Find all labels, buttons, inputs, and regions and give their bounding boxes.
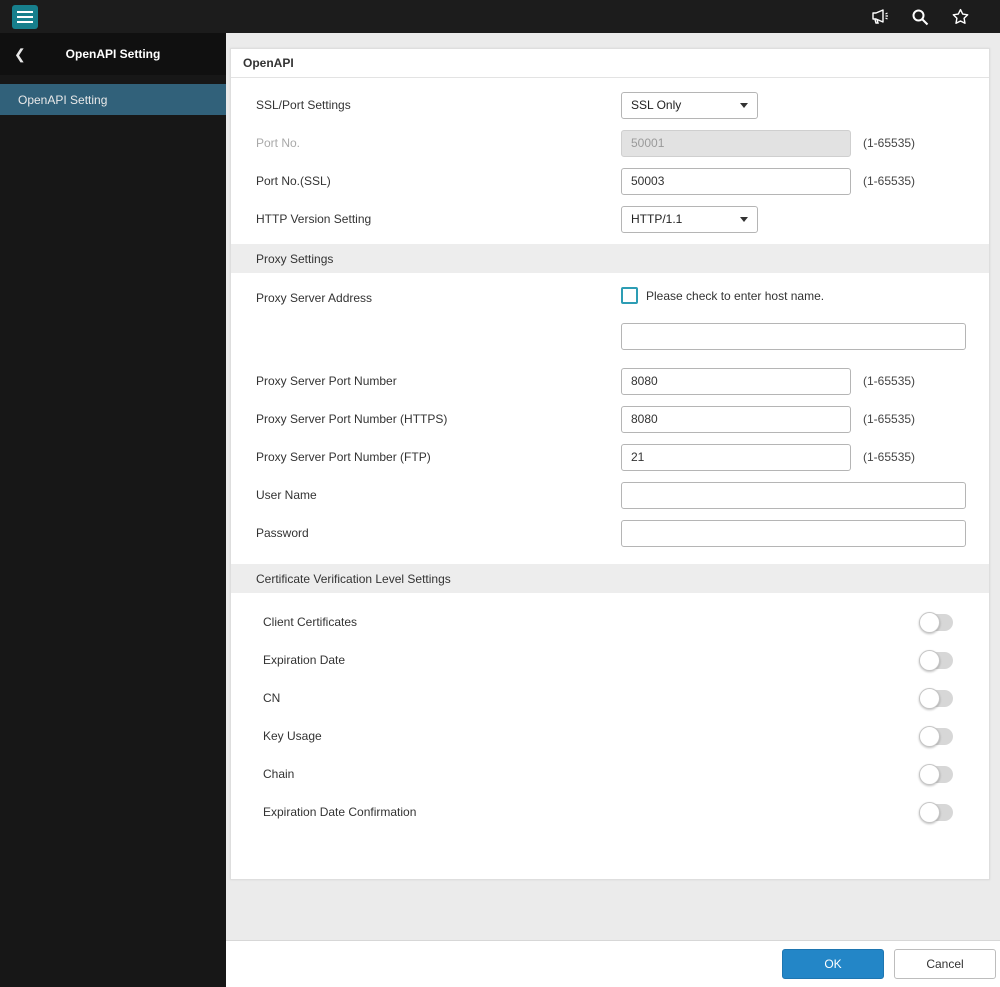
http-version-row: HTTP Version Setting HTTP/1.1 — [231, 200, 989, 238]
sidebar-title: OpenAPI Setting — [65, 47, 161, 61]
expiration-date-toggle[interactable] — [919, 649, 953, 671]
proxy-server-address-input[interactable] — [621, 323, 966, 350]
proxy-port-ftp-range-hint: (1-65535) — [863, 450, 916, 464]
proxy-port-row: Proxy Server Port Number (1-65535) — [231, 362, 989, 400]
user-name-row: User Name — [231, 476, 989, 514]
password-label: Password — [256, 526, 309, 540]
client-certificates-row: Client Certificates — [231, 603, 989, 641]
host-name-checkbox-label: Please check to enter host name. — [646, 288, 825, 303]
cert-verification-section-header: Certificate Verification Level Settings — [231, 564, 989, 593]
proxy-port-https-row: Proxy Server Port Number (HTTPS) (1-6553… — [231, 400, 989, 438]
sidebar-header: ❮ OpenAPI Setting — [0, 33, 226, 75]
password-input[interactable] — [621, 519, 966, 547]
user-name-input[interactable] — [621, 481, 966, 509]
main-content: OpenAPI SSL/Port Settings SSL Only Port … — [226, 33, 1000, 987]
proxy-port-ftp-input[interactable] — [621, 443, 851, 471]
port-no-input — [621, 129, 851, 157]
cn-label: CN — [263, 691, 281, 705]
cancel-button[interactable]: Cancel — [894, 949, 996, 979]
chevron-down-icon — [740, 216, 748, 222]
hamburger-menu-icon[interactable] — [12, 4, 38, 29]
host-name-checkbox[interactable] — [621, 287, 638, 304]
ssl-port-settings-label: SSL/Port Settings — [256, 98, 351, 112]
ok-button[interactable]: OK — [782, 949, 884, 979]
user-name-label: User Name — [256, 488, 317, 502]
top-bar — [0, 0, 1000, 33]
cn-row: CN — [231, 679, 989, 717]
proxy-port-ftp-row: Proxy Server Port Number (FTP) (1-65535) — [231, 438, 989, 476]
sidebar-item-openapi-setting[interactable]: OpenAPI Setting — [0, 84, 226, 115]
proxy-port-ftp-label: Proxy Server Port Number (FTP) — [256, 450, 431, 464]
openapi-settings-card: OpenAPI SSL/Port Settings SSL Only Port … — [230, 48, 990, 880]
proxy-port-input[interactable] — [621, 367, 851, 395]
http-version-select[interactable]: HTTP/1.1 — [621, 205, 758, 233]
ssl-port-settings-select[interactable]: SSL Only — [621, 91, 758, 119]
footer-bar: OK Cancel — [226, 940, 1000, 987]
sidebar-item-label: OpenAPI Setting — [18, 92, 108, 107]
back-chevron-icon[interactable]: ❮ — [14, 47, 26, 61]
expiration-date-row: Expiration Date — [231, 641, 989, 679]
password-row: Password — [231, 514, 989, 552]
cn-toggle[interactable] — [919, 687, 953, 709]
chain-toggle[interactable] — [919, 763, 953, 785]
port-no-label: Port No. — [256, 136, 301, 150]
expiration-date-confirmation-label: Expiration Date Confirmation — [263, 805, 417, 819]
proxy-port-label: Proxy Server Port Number — [256, 374, 397, 388]
port-no-range-hint: (1-65535) — [863, 136, 916, 150]
proxy-server-address-label: Proxy Server Address — [256, 291, 373, 305]
proxy-server-address-row: Proxy Server Address Please check to ent… — [231, 273, 989, 362]
port-no-ssl-row: Port No.(SSL) (1-65535) — [231, 162, 989, 200]
proxy-port-https-label: Proxy Server Port Number (HTTPS) — [256, 412, 448, 426]
ssl-port-settings-value: SSL Only — [631, 98, 682, 112]
chevron-down-icon — [740, 102, 748, 108]
proxy-port-range-hint: (1-65535) — [863, 374, 916, 388]
http-version-label: HTTP Version Setting — [256, 212, 372, 226]
expiration-date-label: Expiration Date — [263, 653, 346, 667]
key-usage-toggle[interactable] — [919, 725, 953, 747]
proxy-port-https-range-hint: (1-65535) — [863, 412, 916, 426]
proxy-settings-section-header: Proxy Settings — [231, 244, 989, 273]
notification-megaphone-icon[interactable] — [870, 8, 889, 26]
port-no-ssl-label: Port No.(SSL) — [256, 174, 331, 188]
client-certificates-label: Client Certificates — [263, 615, 358, 629]
client-certificates-toggle[interactable] — [919, 611, 953, 633]
port-no-ssl-input[interactable] — [621, 167, 851, 195]
http-version-value: HTTP/1.1 — [631, 212, 683, 226]
port-no-ssl-range-hint: (1-65535) — [863, 174, 916, 188]
expiration-date-confirmation-row: Expiration Date Confirmation — [231, 793, 989, 831]
card-title: OpenAPI — [231, 49, 989, 78]
search-icon[interactable] — [911, 8, 929, 26]
ssl-port-settings-row: SSL/Port Settings SSL Only — [231, 86, 989, 124]
key-usage-label: Key Usage — [263, 729, 322, 743]
favorite-star-icon[interactable] — [951, 8, 970, 26]
chain-label: Chain — [263, 767, 295, 781]
proxy-port-https-input[interactable] — [621, 405, 851, 433]
sidebar: ❮ OpenAPI Setting OpenAPI Setting — [0, 33, 226, 987]
port-no-row: Port No. (1-65535) — [231, 124, 989, 162]
expiration-date-confirmation-toggle[interactable] — [919, 801, 953, 823]
key-usage-row: Key Usage — [231, 717, 989, 755]
chain-row: Chain — [231, 755, 989, 793]
